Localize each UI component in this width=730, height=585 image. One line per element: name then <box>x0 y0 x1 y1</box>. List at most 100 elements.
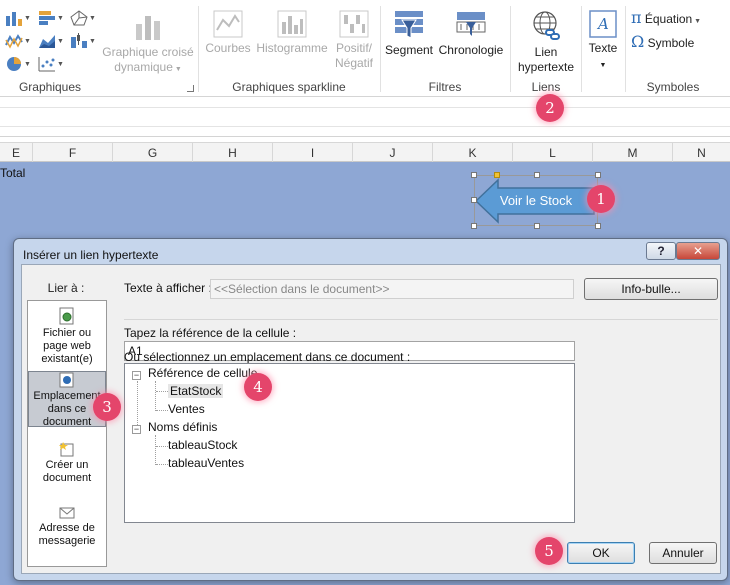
resize-handle[interactable] <box>534 172 540 178</box>
tree-node-tableaustock[interactable]: tableauStock <box>168 438 237 452</box>
sparkline-column-icon <box>277 10 307 38</box>
column-headers: E F G H I J K L M N <box>0 142 730 163</box>
shape-text: Voir le Stock <box>499 193 573 208</box>
formula-bar-area <box>0 97 730 137</box>
hyperlink-globe-icon <box>533 11 560 40</box>
texte-button[interactable]: A Texte ▼ <box>584 10 622 73</box>
column-header[interactable]: N <box>673 143 730 163</box>
equation-button[interactable]: π Équation ▼ <box>631 10 721 29</box>
group-separator <box>198 6 199 92</box>
radar-chart-icon <box>70 10 88 26</box>
group-label-liens: Liens <box>531 80 561 94</box>
cell-reference-label: Tapez la référence de la cellule : <box>124 326 297 340</box>
column-header[interactable]: L <box>513 143 593 163</box>
new-document-icon <box>59 442 74 457</box>
annuler-button[interactable]: Annuler <box>649 542 717 564</box>
slicer-icon <box>395 11 423 39</box>
pie-chart-icon <box>7 57 21 71</box>
location-tree[interactable]: − Référence de cellule EtatStock Ventes … <box>124 363 575 523</box>
svg-text:A: A <box>596 15 609 33</box>
sparkline-positif-negatif-button[interactable]: Positif/ Négatif <box>331 10 377 71</box>
step-badge-3: 3 <box>93 393 121 421</box>
column-header[interactable]: H <box>193 143 273 163</box>
resize-handle[interactable] <box>471 172 477 178</box>
texte-afficher-input[interactable]: <<Sélection dans le document>> <box>210 279 574 299</box>
ok-button[interactable]: OK <box>567 542 635 564</box>
pie-chart-button[interactable]: ▼ <box>5 56 31 72</box>
column-header[interactable]: G <box>113 143 193 163</box>
symbole-button[interactable]: Ω Symbole <box>631 34 721 51</box>
group-separator <box>380 6 381 92</box>
column-header[interactable]: E <box>0 143 33 163</box>
tree-node-tableauventes[interactable]: tableauVentes <box>168 456 244 470</box>
area-chart-icon <box>39 35 55 48</box>
resize-handle[interactable] <box>595 172 601 178</box>
help-button[interactable]: ? <box>646 242 676 260</box>
hierarchy-chart-button[interactable]: ▼ <box>70 10 96 26</box>
stock-chart-button[interactable]: ▼ <box>70 33 96 49</box>
dialog-launcher-icon[interactable] <box>187 85 194 92</box>
link-type-panel: Fichier ou page web existant(e) Emplacem… <box>27 300 107 567</box>
link-type-existing-file[interactable]: Fichier ou page web existant(e) <box>28 307 106 365</box>
segment-button[interactable]: Segment <box>384 10 434 58</box>
resize-handle[interactable] <box>471 197 477 203</box>
group-separator <box>625 6 626 92</box>
collapse-icon[interactable]: − <box>132 425 141 434</box>
scatter-chart-icon <box>38 57 55 72</box>
resize-handle[interactable] <box>595 223 601 229</box>
pivot-chart-icon <box>136 16 160 40</box>
document-place-icon <box>59 372 74 388</box>
dialog-title: Insérer un lien hypertexte <box>23 248 159 262</box>
pivot-chart-button[interactable]: Graphique croisé dynamique ▼ <box>100 10 196 77</box>
step-badge-2: 2 <box>536 94 564 122</box>
lier-a-label: Lier à : <box>47 281 85 295</box>
resize-handle[interactable] <box>471 223 477 229</box>
sparkline-winloss-icon <box>339 10 369 38</box>
lien-hypertexte-button[interactable]: Lien hypertexte <box>514 10 578 75</box>
group-label-filtres: Filtres <box>428 80 462 94</box>
stock-chart-icon <box>71 33 87 48</box>
ribbon: ▼ ▼ ▼ ▼ ▼ ▼ ▼ ▼ Graphique croisé dynamiq… <box>0 0 730 97</box>
area-chart-button[interactable]: ▼ <box>38 33 64 49</box>
tree-node-ventes[interactable]: Ventes <box>168 402 205 416</box>
group-label-sparkline: Graphiques sparkline <box>232 80 346 94</box>
tree-node-etatstock[interactable]: EtatStock <box>168 384 224 398</box>
link-type-email[interactable]: Adresse de messagerie <box>28 506 106 550</box>
scatter-chart-button[interactable]: ▼ <box>38 56 64 72</box>
chronologie-button[interactable]: Chronologie <box>436 10 506 58</box>
step-badge-4: 4 <box>244 373 272 401</box>
column-chart-button[interactable]: ▼ <box>5 10 31 26</box>
tree-node-noms-definis[interactable]: Noms définis <box>148 420 217 434</box>
formula-bar[interactable] <box>0 107 730 127</box>
infobulle-button[interactable]: Info-bulle... <box>584 278 718 300</box>
tree-node-ref-cellule[interactable]: Référence de cellule <box>148 366 257 380</box>
group-label-symboles: Symboles <box>646 80 700 94</box>
divider <box>124 319 718 320</box>
column-header[interactable]: M <box>593 143 673 163</box>
close-button[interactable]: ✕ <box>676 242 720 260</box>
column-header[interactable]: K <box>433 143 513 163</box>
texte-afficher-label: Texte à afficher : <box>124 281 212 295</box>
sparkline-histogramme-button[interactable]: Histogramme <box>255 10 329 56</box>
omega-icon: Ω <box>631 32 645 51</box>
link-type-new-document[interactable]: Créer un document <box>28 441 106 485</box>
column-header[interactable]: I <box>273 143 353 163</box>
resize-handle[interactable] <box>534 223 540 229</box>
timeline-icon <box>456 12 486 36</box>
sparkline-courbes-button[interactable]: Courbes <box>204 10 252 56</box>
file-globe-icon <box>59 307 74 325</box>
pi-icon: π <box>631 8 642 27</box>
bar-chart-button[interactable]: ▼ <box>38 10 64 26</box>
line-chart-button[interactable]: ▼ <box>5 33 31 49</box>
column-header[interactable]: F <box>33 143 113 163</box>
sparkline-line-icon <box>213 10 243 38</box>
group-separator <box>581 6 582 92</box>
step-badge-1: 1 <box>587 185 615 213</box>
bar-chart-icon <box>39 11 55 25</box>
cell-total[interactable]: Total <box>0 166 25 180</box>
line-chart-icon <box>5 34 23 49</box>
collapse-icon[interactable]: − <box>132 371 141 380</box>
group-separator <box>510 6 511 92</box>
column-header[interactable]: J <box>353 143 433 163</box>
adjust-handle[interactable] <box>494 172 500 178</box>
